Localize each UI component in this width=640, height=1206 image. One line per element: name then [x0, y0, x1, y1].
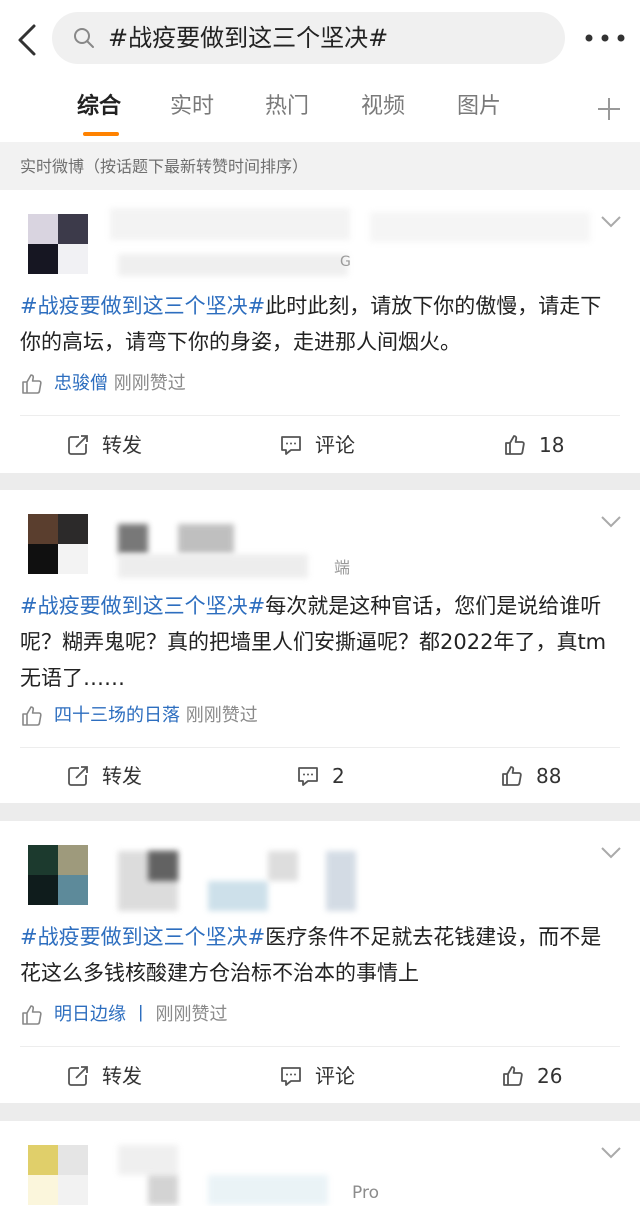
liked-user-link[interactable]: 明日边缘 丨 刚刚赞过 [54, 1002, 227, 1028]
tab-hot[interactable]: 热门 [265, 92, 309, 122]
username-blurred[interactable] [118, 524, 148, 554]
search-query[interactable]: #战疫要做到这三个坚决# [108, 24, 388, 52]
post-text: #战疫要做到这三个坚决#此时此刻，请放下你的傲慢，请走下你的高坛，请弯下你的身姿… [20, 288, 620, 360]
post-meta: 端 [334, 558, 351, 577]
post-meta-blurred [208, 1175, 328, 1205]
comment-icon [281, 1067, 301, 1086]
active-tab-indicator [83, 132, 119, 136]
chevron-down-icon[interactable] [600, 845, 622, 861]
username-blurred[interactable] [118, 1145, 178, 1175]
top-bar: #战疫要做到这三个坚决# [0, 0, 640, 76]
chevron-down-icon[interactable] [600, 214, 622, 230]
chevron-down-icon[interactable] [600, 1145, 622, 1161]
tab-comprehensive[interactable]: 综合 [77, 92, 121, 122]
hashtag-link[interactable]: #战疫要做到这三个坚决# [20, 294, 265, 318]
divider [20, 747, 620, 748]
thumbs-up-icon [505, 435, 525, 455]
tab-realtime[interactable]: 实时 [170, 92, 214, 122]
username-blurred [268, 851, 298, 881]
thumbs-up-icon [502, 766, 522, 786]
back-arrow-icon[interactable] [12, 20, 44, 60]
thumbs-up-icon [22, 706, 42, 726]
username-blurred [148, 851, 178, 881]
divider [20, 1046, 620, 1047]
comment-icon [298, 767, 318, 786]
post-text: #战疫要做到这三个坚决#医疗条件不足就去花钱建设，而不是花这么多钱核酸建方仓治标… [20, 919, 620, 991]
add-tab-icon[interactable] [596, 96, 622, 122]
thumbs-up-icon [22, 374, 42, 394]
more-options-icon[interactable] [580, 24, 630, 52]
tab-video[interactable]: 视频 [361, 92, 405, 122]
avatar[interactable] [28, 514, 88, 574]
post-meta-blurred [118, 254, 348, 276]
username-blurred [208, 881, 268, 911]
hashtag-link[interactable]: #战疫要做到这三个坚决# [20, 925, 265, 949]
search-icon [74, 28, 94, 48]
section-label: 实时微博（按话题下最新转赞时间排序） [20, 157, 309, 176]
username-blurred [326, 851, 356, 911]
username-blurred[interactable] [110, 208, 350, 240]
post-card[interactable]: 端 #战疫要做到这三个坚决#每次就是这种官话，您们是说给谁听呢？糊弄鬼呢？真的把… [0, 490, 640, 803]
avatar[interactable] [28, 845, 88, 905]
post-card[interactable]: Pro [0, 1121, 640, 1206]
divider [20, 415, 620, 416]
comment-icon [281, 436, 301, 455]
liked-user-link[interactable]: 四十三场的日落 刚刚赞过 [54, 703, 258, 729]
repost-icon [68, 766, 88, 786]
thumbs-up-icon [503, 1066, 523, 1086]
post-meta: Pro [352, 1183, 379, 1203]
avatar[interactable] [28, 1145, 88, 1205]
avatar[interactable] [28, 214, 88, 274]
tab-images[interactable]: 图片 [457, 92, 501, 122]
section-header: 实时微博（按话题下最新转赞时间排序） [0, 142, 640, 190]
repost-icon [68, 435, 88, 455]
repost-icon [68, 1066, 88, 1086]
thumbs-up-icon [22, 1005, 42, 1025]
post-text: #战疫要做到这三个坚决#每次就是这种官话，您们是说给谁听呢？糊弄鬼呢？真的把墙里… [20, 588, 620, 696]
chevron-down-icon[interactable] [600, 514, 622, 530]
username-blurred [148, 1175, 178, 1205]
post-meta: G [340, 254, 351, 270]
search-box[interactable]: #战疫要做到这三个坚决# [52, 12, 565, 64]
post-meta-blurred [118, 554, 308, 578]
username-blurred [370, 212, 590, 242]
post-card[interactable]: #战疫要做到这三个坚决#医疗条件不足就去花钱建设，而不是花这么多钱核酸建方仓治标… [0, 821, 640, 1103]
post-card[interactable]: G #战疫要做到这三个坚决#此时此刻，请放下你的傲慢，请走下你的高坛，请弯下你的… [0, 190, 640, 473]
hashtag-link[interactable]: #战疫要做到这三个坚决# [20, 594, 265, 618]
liked-user-link[interactable]: 忠骏僧 刚刚赞过 [54, 371, 186, 397]
username-blurred [178, 524, 234, 554]
